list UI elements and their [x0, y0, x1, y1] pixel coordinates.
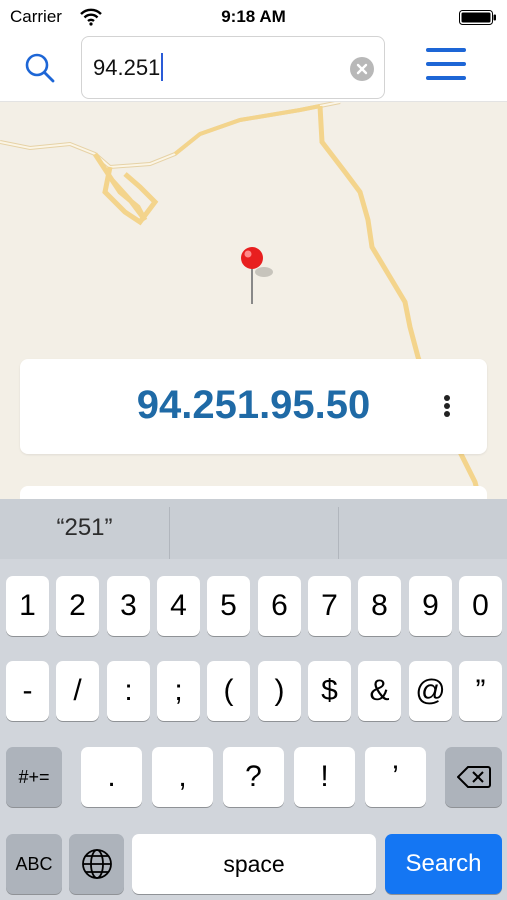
key-5[interactable]: 5 — [207, 576, 250, 636]
ip-address: 94.251.95.50 — [136, 383, 371, 427]
key-quote[interactable]: ” — [459, 661, 502, 721]
more-vertical-icon[interactable] — [437, 391, 457, 421]
key-3[interactable]: 3 — [107, 576, 150, 636]
suggestion-2[interactable] — [170, 499, 338, 559]
search-icon[interactable] — [24, 52, 56, 84]
ip-result-card[interactable]: 94.251.95.50 — [20, 359, 487, 454]
key-slash[interactable]: / — [56, 661, 99, 721]
key-dollar[interactable]: $ — [308, 661, 351, 721]
menu-icon[interactable] — [426, 48, 468, 82]
key-question[interactable]: ? — [223, 747, 284, 807]
search-input[interactable]: 94.251 — [81, 36, 385, 99]
clear-icon[interactable] — [350, 57, 374, 81]
text-cursor — [161, 53, 164, 82]
search-bar: 94.251 — [0, 36, 507, 102]
key-globe[interactable] — [69, 834, 124, 894]
battery-icon — [459, 10, 497, 25]
key-backspace[interactable] — [445, 747, 502, 807]
suggestion-bar: “251” — [0, 499, 507, 559]
key-space[interactable]: space — [132, 834, 376, 894]
key-comma[interactable]: , — [152, 747, 213, 807]
key-8[interactable]: 8 — [358, 576, 401, 636]
clock: 9:18 AM — [221, 7, 286, 26]
key-7[interactable]: 7 — [308, 576, 351, 636]
key-semicolon[interactable]: ; — [157, 661, 200, 721]
key-close-paren[interactable]: ) — [258, 661, 301, 721]
map-pin-icon[interactable] — [236, 244, 276, 306]
key-ampersand[interactable]: & — [358, 661, 401, 721]
key-exclamation[interactable]: ! — [294, 747, 355, 807]
key-0[interactable]: 0 — [459, 576, 502, 636]
key-6[interactable]: 6 — [258, 576, 301, 636]
key-at[interactable]: @ — [409, 661, 452, 721]
key-more-symbols[interactable]: #+= — [6, 747, 62, 807]
suggestion-1[interactable]: “251” — [0, 499, 169, 559]
key-period[interactable]: . — [81, 747, 142, 807]
key-hyphen[interactable]: - — [6, 661, 49, 721]
key-abc[interactable]: ABC — [6, 834, 62, 894]
key-9[interactable]: 9 — [409, 576, 452, 636]
search-input-value: 94.251 — [93, 55, 161, 80]
backspace-icon — [456, 766, 491, 788]
status-bar: Carrier 9:18 AM — [0, 0, 507, 36]
key-search[interactable]: Search — [385, 834, 502, 894]
globe-icon — [81, 849, 112, 879]
key-2[interactable]: 2 — [56, 576, 99, 636]
keyboard: “251” 1 2 3 4 5 6 7 8 9 0 - / : ; ( ) $ … — [0, 499, 507, 900]
key-open-paren[interactable]: ( — [207, 661, 250, 721]
key-apostrophe[interactable]: ’ — [365, 747, 426, 807]
key-1[interactable]: 1 — [6, 576, 49, 636]
key-colon[interactable]: : — [107, 661, 150, 721]
suggestion-3[interactable] — [339, 499, 507, 559]
key-4[interactable]: 4 — [157, 576, 200, 636]
